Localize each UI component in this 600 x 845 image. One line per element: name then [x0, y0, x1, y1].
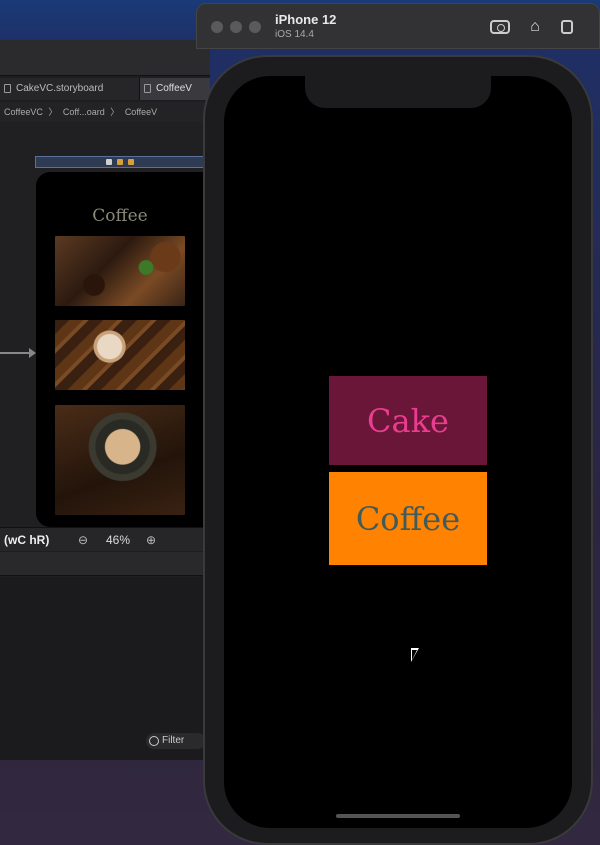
breadcrumb-item-project[interactable]: CoffeeVC: [4, 107, 43, 117]
simulator-titlebar: iPhone 12 iOS 14.4 ⌂: [196, 3, 600, 49]
canvas-bottom-bar: (wC hR) ⊖ 46% ⊕: [0, 527, 210, 551]
coffee-mug-image: [55, 405, 185, 515]
zoom-level: 46%: [106, 533, 131, 547]
view-controller-icon[interactable]: [106, 159, 112, 165]
xcode-toolbar: [0, 40, 210, 76]
scene-title-label: Coffee: [92, 206, 148, 226]
home-indicator[interactable]: [336, 814, 460, 818]
os-version: iOS 14.4: [275, 29, 314, 40]
breadcrumb-item-storyboard[interactable]: Coff...oard: [63, 107, 105, 117]
rotate-icon[interactable]: [561, 20, 573, 34]
zoom-in-icon[interactable]: ⊕: [146, 528, 160, 552]
exit-icon[interactable]: [128, 159, 134, 165]
tab-cakevc-storyboard[interactable]: CakeVC.storyboard: [0, 78, 140, 100]
cake-button[interactable]: Cake: [329, 376, 487, 465]
notch: [305, 76, 491, 108]
minimize-window-button[interactable]: [230, 21, 242, 33]
close-window-button[interactable]: [211, 21, 223, 33]
zoom-out-icon[interactable]: ⊖: [78, 528, 92, 552]
home-icon[interactable]: ⌂: [525, 17, 545, 37]
tab-label: CakeVC.storyboard: [16, 83, 104, 94]
device-name: iPhone 12: [275, 12, 337, 27]
zoom-window-button[interactable]: [249, 21, 261, 33]
breadcrumb-item-scene[interactable]: CoffeeV: [125, 107, 157, 117]
mouse-cursor-icon: [411, 648, 419, 662]
breadcrumb-separator: 〉: [48, 107, 58, 117]
coffee-button[interactable]: Coffee: [329, 472, 487, 565]
iphone-device-frame: Cake Coffee: [203, 55, 593, 845]
coffee-scene[interactable]: Coffee: [36, 172, 210, 527]
tab-coffeevc[interactable]: CoffeeV: [140, 78, 210, 100]
document-icon: [4, 84, 11, 93]
filter-placeholder: Filter: [162, 735, 185, 746]
filter-icon: [149, 736, 159, 746]
filter-field[interactable]: Filter: [146, 733, 206, 749]
latte-cup-image: [55, 320, 185, 390]
document-icon: [144, 84, 151, 93]
scene-dock[interactable]: [35, 156, 205, 168]
screenshot-camera-icon[interactable]: [490, 20, 510, 34]
breadcrumb-separator: 〉: [110, 107, 120, 117]
first-responder-icon[interactable]: [117, 159, 123, 165]
device-screen[interactable]: Cake Coffee: [224, 76, 572, 828]
console-area: Filter: [0, 577, 210, 760]
entry-point-arrow: [0, 348, 36, 358]
xcode-window: CakeVC.storyboard CoffeeV CoffeeVC 〉 Cof…: [0, 40, 210, 760]
editor-tab-bar: CakeVC.storyboard CoffeeV: [0, 78, 210, 100]
debug-bar: [0, 552, 210, 576]
tab-label: CoffeeV: [156, 83, 192, 94]
size-class-label[interactable]: (wC hR): [4, 528, 49, 552]
breadcrumb: CoffeeVC 〉 Coff...oard 〉 CoffeeV: [0, 102, 210, 122]
coffee-beans-image: [55, 236, 185, 306]
storyboard-canvas[interactable]: Coffee: [0, 122, 210, 527]
